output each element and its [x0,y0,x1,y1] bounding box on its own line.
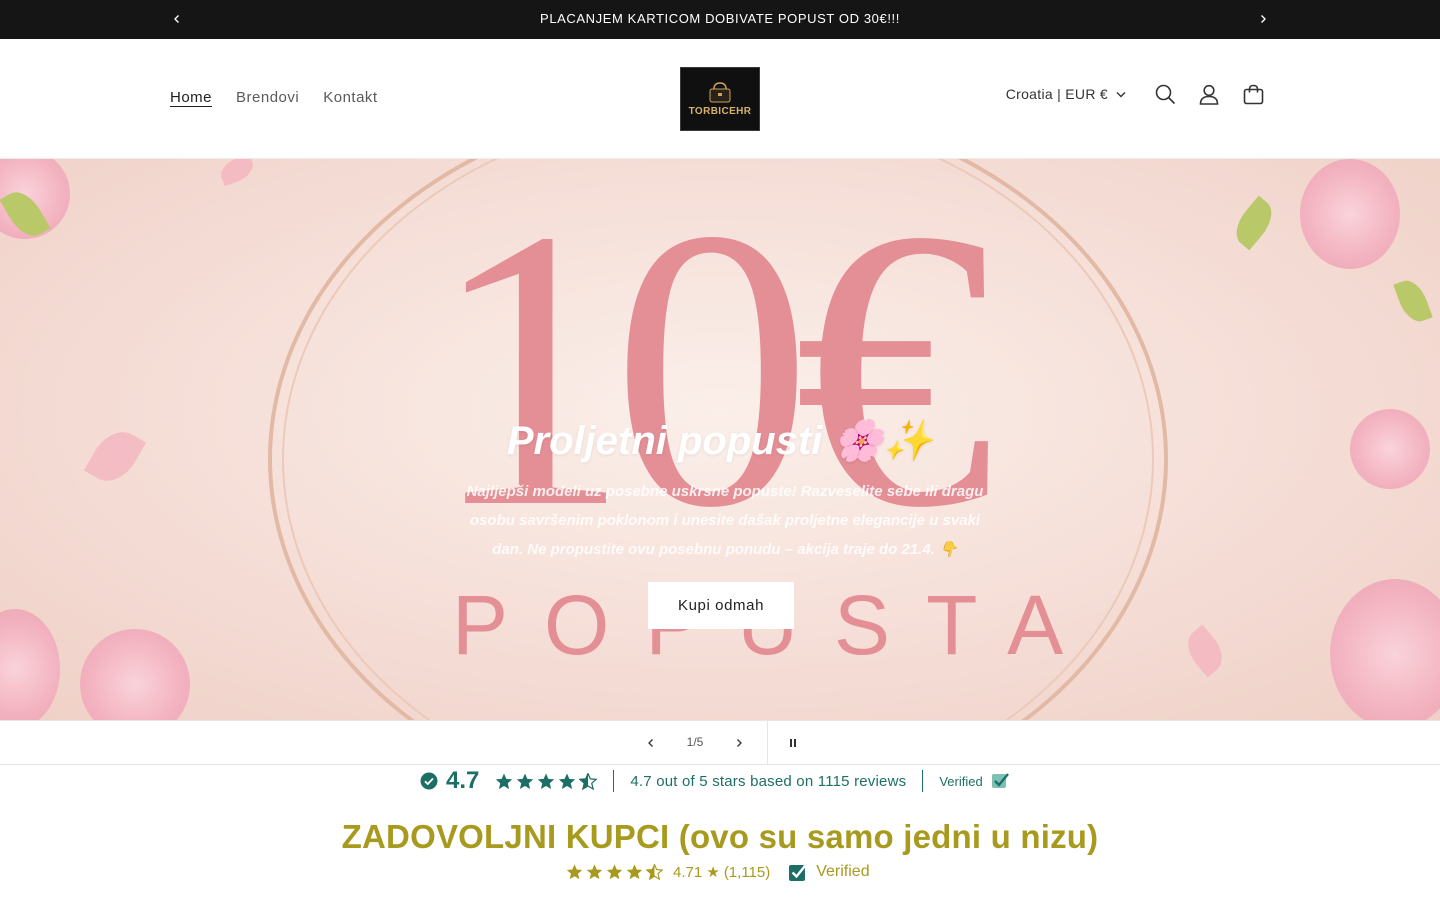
announcement-text: PLACANJEM KARTICOM DOBIVATE POPUST OD 30… [540,11,900,26]
leaf-decoration [1227,195,1281,251]
verified-check-icon [991,773,1009,788]
blossom-decoration [80,629,190,720]
handbag-icon [709,81,731,102]
search-button[interactable] [1154,83,1176,105]
slide-next-button[interactable] [729,733,749,753]
announcement-bar: PLACANJEM KARTICOM DOBIVATE POPUST OD 30… [0,0,1440,39]
petal-decoration [217,159,257,187]
hero-slide: 10€ POPUSTA Proljetni popusti 🌸✨ Najljep… [0,159,1440,720]
reviews-score: 4.71 ★ [673,864,720,881]
star-half-icon [646,864,663,880]
blossom-decoration [1300,159,1400,269]
logo-text: TORBICEHR [688,105,752,117]
star-full-icon [559,772,576,789]
star-half-icon [579,772,598,790]
nav-kontakt[interactable]: Kontakt [323,89,377,106]
header-actions: Croatia | EUR € [1006,83,1264,105]
search-icon [1155,84,1175,104]
reviews-summary[interactable]: 4.71 ★ (1,115) Verified [566,862,870,882]
country-selector-label: Croatia | EUR € [1005,86,1108,102]
main-nav: Home Brendovi Kontakt [170,89,378,106]
site-logo[interactable]: TORBICEHR [680,67,760,131]
reviews-heading: ZADOVOLJNI KUPCI (ovo su samo jedni u ni… [341,818,1099,855]
user-icon [1199,84,1219,105]
account-button[interactable] [1198,83,1220,105]
star-full-icon [606,864,623,880]
hero-description: Najljepši modeli uz posebne uskrsne popu… [466,483,984,558]
blossom-decoration [0,609,60,720]
site-header: Home Brendovi Kontakt TORBICEHR Croatia … [0,39,1440,159]
rating-separator [922,770,924,792]
star-full-icon [586,864,603,880]
star-full-icon [566,864,583,880]
star-full-icon [496,772,513,789]
reviews-count: (1,115) [723,863,771,881]
chevron-right-icon [737,739,742,747]
star-full-icon [538,772,555,789]
slide-pause-button[interactable] [783,733,803,753]
reviews-verified-label: Verified [816,863,870,880]
reviews-verified-badge: Verified [788,862,870,882]
shop-now-button[interactable]: Kupi odmah [648,582,794,629]
nav-brendovi[interactable]: Brendovi [236,89,299,106]
rating-summary-text: 4.7 out of 5 stars based on 1115 reviews [630,772,907,790]
chevron-down-icon [1116,91,1126,97]
verified-check-icon [789,863,808,881]
star-full-icon [626,864,643,880]
chevron-right-icon [1261,15,1266,23]
check-circle-icon [420,772,438,790]
slider-divider [767,721,768,765]
cart-icon [1243,84,1263,104]
chevron-left-icon [648,739,653,747]
slider-controls: 1/5 [0,720,1440,765]
blossom-decoration [1330,579,1440,720]
leaf-decoration [1393,275,1433,327]
petal-decoration [1179,624,1231,678]
pause-icon [790,739,796,747]
rating-summary-bar[interactable]: 4.7 4.7 out of 5 stars based on 1115 rev… [420,766,1009,796]
reviews-stars [566,864,663,880]
country-selector[interactable]: Croatia | EUR € [1006,86,1126,102]
hero-title: Proljetni popusti 🌸✨ [506,419,934,463]
rating-score: 4.7 [446,767,480,794]
rating-stars [495,772,598,790]
slide-counter: 1/5 [686,735,704,749]
rating-separator [613,770,615,792]
cart-button[interactable] [1242,83,1264,105]
star-full-icon [517,772,534,789]
verified-label: Verified [939,773,983,789]
nav-home[interactable]: Home [170,89,212,106]
slide-prev-button[interactable] [641,733,661,753]
announcement-next-button[interactable] [1254,10,1272,28]
